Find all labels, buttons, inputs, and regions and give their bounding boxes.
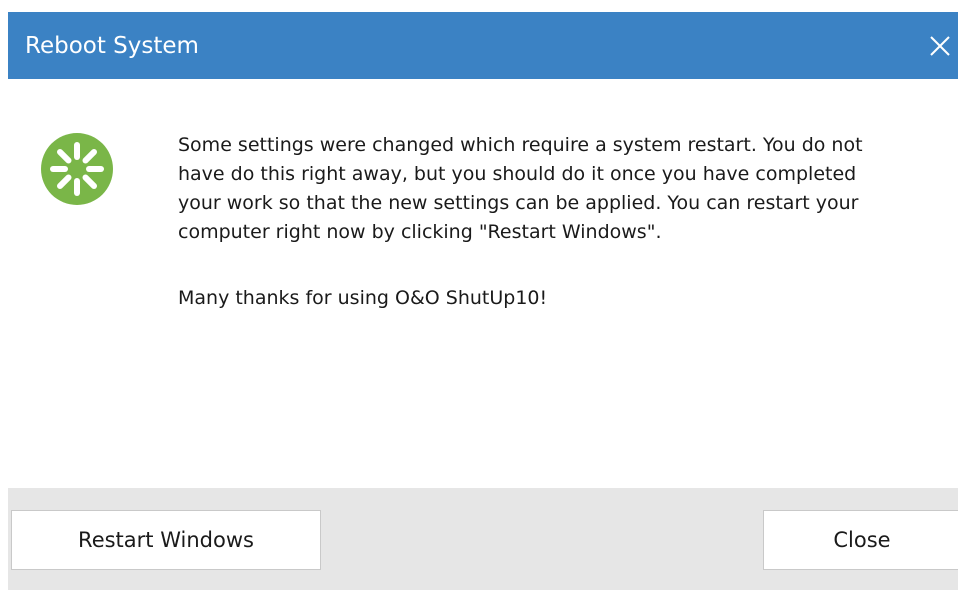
restart-message: Some settings were changed which require… xyxy=(178,134,863,243)
close-icon[interactable] xyxy=(923,29,957,63)
thanks-message: Many thanks for using O&O ShutUp10! xyxy=(178,287,548,309)
dialog-titlebar: Reboot System xyxy=(8,12,958,79)
reboot-dialog: Reboot System Some settings were changed… xyxy=(8,12,958,590)
dialog-title: Reboot System xyxy=(25,33,199,59)
close-button[interactable]: Close xyxy=(763,510,958,570)
dialog-footer: Restart Windows Close xyxy=(8,488,958,590)
restart-windows-button[interactable]: Restart Windows xyxy=(11,510,321,570)
restart-spinner-icon xyxy=(40,132,114,206)
dialog-content: Some settings were changed which require… xyxy=(8,79,958,488)
